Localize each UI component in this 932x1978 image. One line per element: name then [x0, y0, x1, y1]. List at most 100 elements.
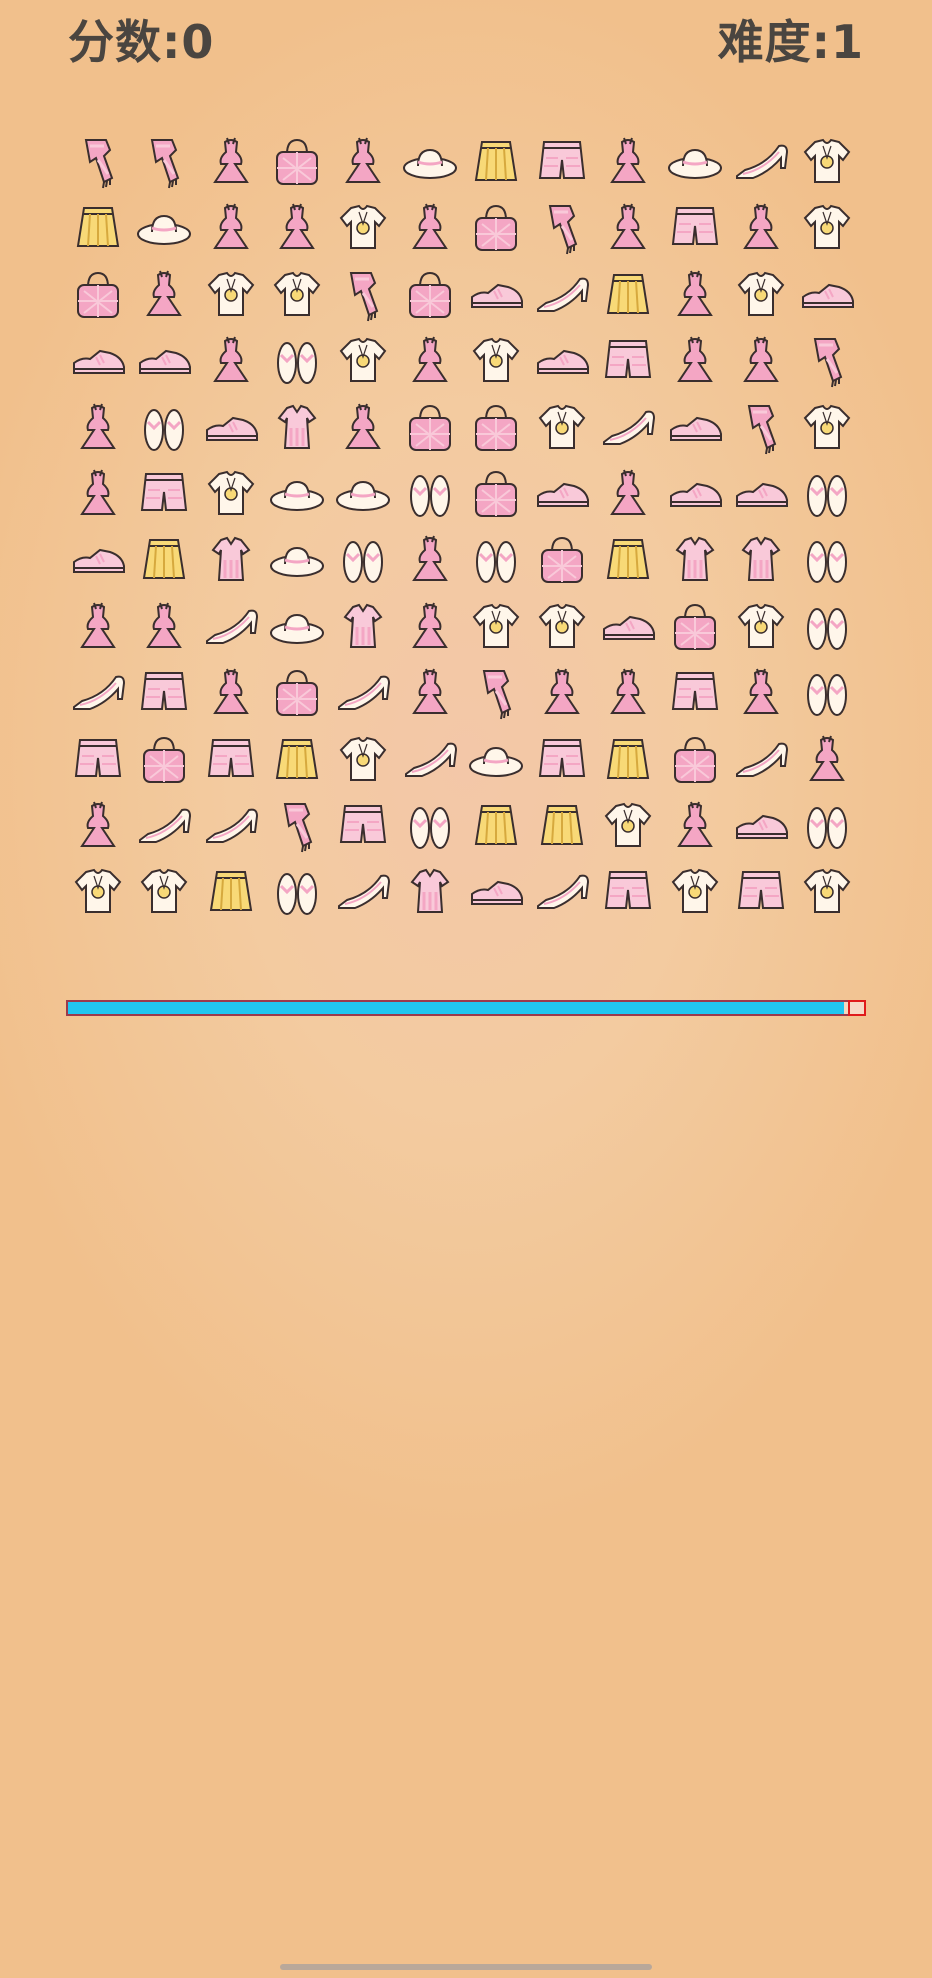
tile-shorts[interactable] — [132, 462, 196, 526]
tile-scarf[interactable] — [795, 329, 859, 393]
tile-dress[interactable] — [729, 329, 793, 393]
tile-babydress[interactable] — [331, 595, 395, 659]
tile-sneaker[interactable] — [663, 462, 727, 526]
tile-tshirt[interactable] — [199, 263, 263, 327]
tile-dress[interactable] — [398, 329, 462, 393]
tile-shorts[interactable] — [663, 661, 727, 725]
tile-heel[interactable] — [729, 130, 793, 194]
tile-hat[interactable] — [331, 462, 395, 526]
tile-heel[interactable] — [596, 396, 660, 460]
tile-handbag[interactable] — [530, 528, 594, 592]
tile-dress[interactable] — [199, 130, 263, 194]
tile-tshirt[interactable] — [464, 329, 528, 393]
tile-sneaker[interactable] — [530, 462, 594, 526]
tile-dress[interactable] — [66, 794, 130, 858]
tile-sneaker[interactable] — [199, 396, 263, 460]
tile-handbag[interactable] — [464, 396, 528, 460]
tile-handbag[interactable] — [464, 196, 528, 260]
tile-dress[interactable] — [596, 661, 660, 725]
tile-hat[interactable] — [265, 462, 329, 526]
tile-tshirt[interactable] — [132, 860, 196, 924]
tile-tshirt[interactable] — [331, 728, 395, 792]
tile-heel[interactable] — [199, 595, 263, 659]
tile-sneaker[interactable] — [66, 329, 130, 393]
tile-skirt[interactable] — [66, 196, 130, 260]
tile-hat[interactable] — [265, 595, 329, 659]
tile-dress[interactable] — [331, 396, 395, 460]
tile-flipflops[interactable] — [132, 396, 196, 460]
tile-skirt[interactable] — [265, 728, 329, 792]
tile-sneaker[interactable] — [132, 329, 196, 393]
tile-handbag[interactable] — [66, 263, 130, 327]
tile-shorts[interactable] — [729, 860, 793, 924]
tile-scarf[interactable] — [530, 196, 594, 260]
tile-flipflops[interactable] — [464, 528, 528, 592]
tile-sneaker[interactable] — [464, 263, 528, 327]
tile-tshirt[interactable] — [795, 196, 859, 260]
tile-flipflops[interactable] — [795, 528, 859, 592]
tile-skirt[interactable] — [596, 728, 660, 792]
tile-dress[interactable] — [398, 528, 462, 592]
tile-shorts[interactable] — [596, 329, 660, 393]
tile-tshirt[interactable] — [795, 860, 859, 924]
tile-tshirt[interactable] — [729, 263, 793, 327]
tile-flipflops[interactable] — [265, 860, 329, 924]
tile-skirt[interactable] — [596, 528, 660, 592]
tile-babydress[interactable] — [265, 396, 329, 460]
tile-handbag[interactable] — [132, 728, 196, 792]
tile-heel[interactable] — [530, 860, 594, 924]
tile-flipflops[interactable] — [331, 528, 395, 592]
tile-tshirt[interactable] — [331, 329, 395, 393]
tile-dress[interactable] — [132, 595, 196, 659]
tile-heel[interactable] — [530, 263, 594, 327]
tile-dress[interactable] — [596, 462, 660, 526]
tile-tshirt[interactable] — [265, 263, 329, 327]
tile-shorts[interactable] — [530, 728, 594, 792]
tile-dress[interactable] — [398, 595, 462, 659]
tile-hat[interactable] — [132, 196, 196, 260]
tile-heel[interactable] — [331, 661, 395, 725]
tile-tshirt[interactable] — [464, 595, 528, 659]
tile-tshirt[interactable] — [331, 196, 395, 260]
tile-handbag[interactable] — [464, 462, 528, 526]
tile-scarf[interactable] — [464, 661, 528, 725]
tile-skirt[interactable] — [596, 263, 660, 327]
tile-scarf[interactable] — [66, 130, 130, 194]
tile-handbag[interactable] — [398, 263, 462, 327]
tile-tshirt[interactable] — [795, 396, 859, 460]
tile-handbag[interactable] — [663, 595, 727, 659]
tile-heel[interactable] — [66, 661, 130, 725]
tile-dress[interactable] — [132, 263, 196, 327]
tile-dress[interactable] — [331, 130, 395, 194]
tile-scarf[interactable] — [265, 794, 329, 858]
tile-dress[interactable] — [398, 196, 462, 260]
tile-tshirt[interactable] — [199, 462, 263, 526]
tile-flipflops[interactable] — [795, 462, 859, 526]
tile-dress[interactable] — [729, 196, 793, 260]
tile-heel[interactable] — [398, 728, 462, 792]
tile-dress[interactable] — [596, 196, 660, 260]
tile-dress[interactable] — [66, 595, 130, 659]
tile-dress[interactable] — [663, 263, 727, 327]
tile-dress[interactable] — [66, 462, 130, 526]
tile-babydress[interactable] — [398, 860, 462, 924]
tile-scarf[interactable] — [331, 263, 395, 327]
tile-hat[interactable] — [398, 130, 462, 194]
tile-skirt[interactable] — [464, 794, 528, 858]
tile-dress[interactable] — [795, 728, 859, 792]
tile-skirt[interactable] — [199, 860, 263, 924]
tile-skirt[interactable] — [464, 130, 528, 194]
tile-tshirt[interactable] — [795, 130, 859, 194]
tile-skirt[interactable] — [132, 528, 196, 592]
tile-sneaker[interactable] — [596, 595, 660, 659]
tile-handbag[interactable] — [265, 661, 329, 725]
tile-hat[interactable] — [663, 130, 727, 194]
tile-flipflops[interactable] — [795, 794, 859, 858]
tile-sneaker[interactable] — [663, 396, 727, 460]
tile-shorts[interactable] — [132, 661, 196, 725]
tile-babydress[interactable] — [729, 528, 793, 592]
tile-flipflops[interactable] — [795, 661, 859, 725]
tile-tshirt[interactable] — [663, 860, 727, 924]
tile-dress[interactable] — [66, 396, 130, 460]
tile-handbag[interactable] — [398, 396, 462, 460]
